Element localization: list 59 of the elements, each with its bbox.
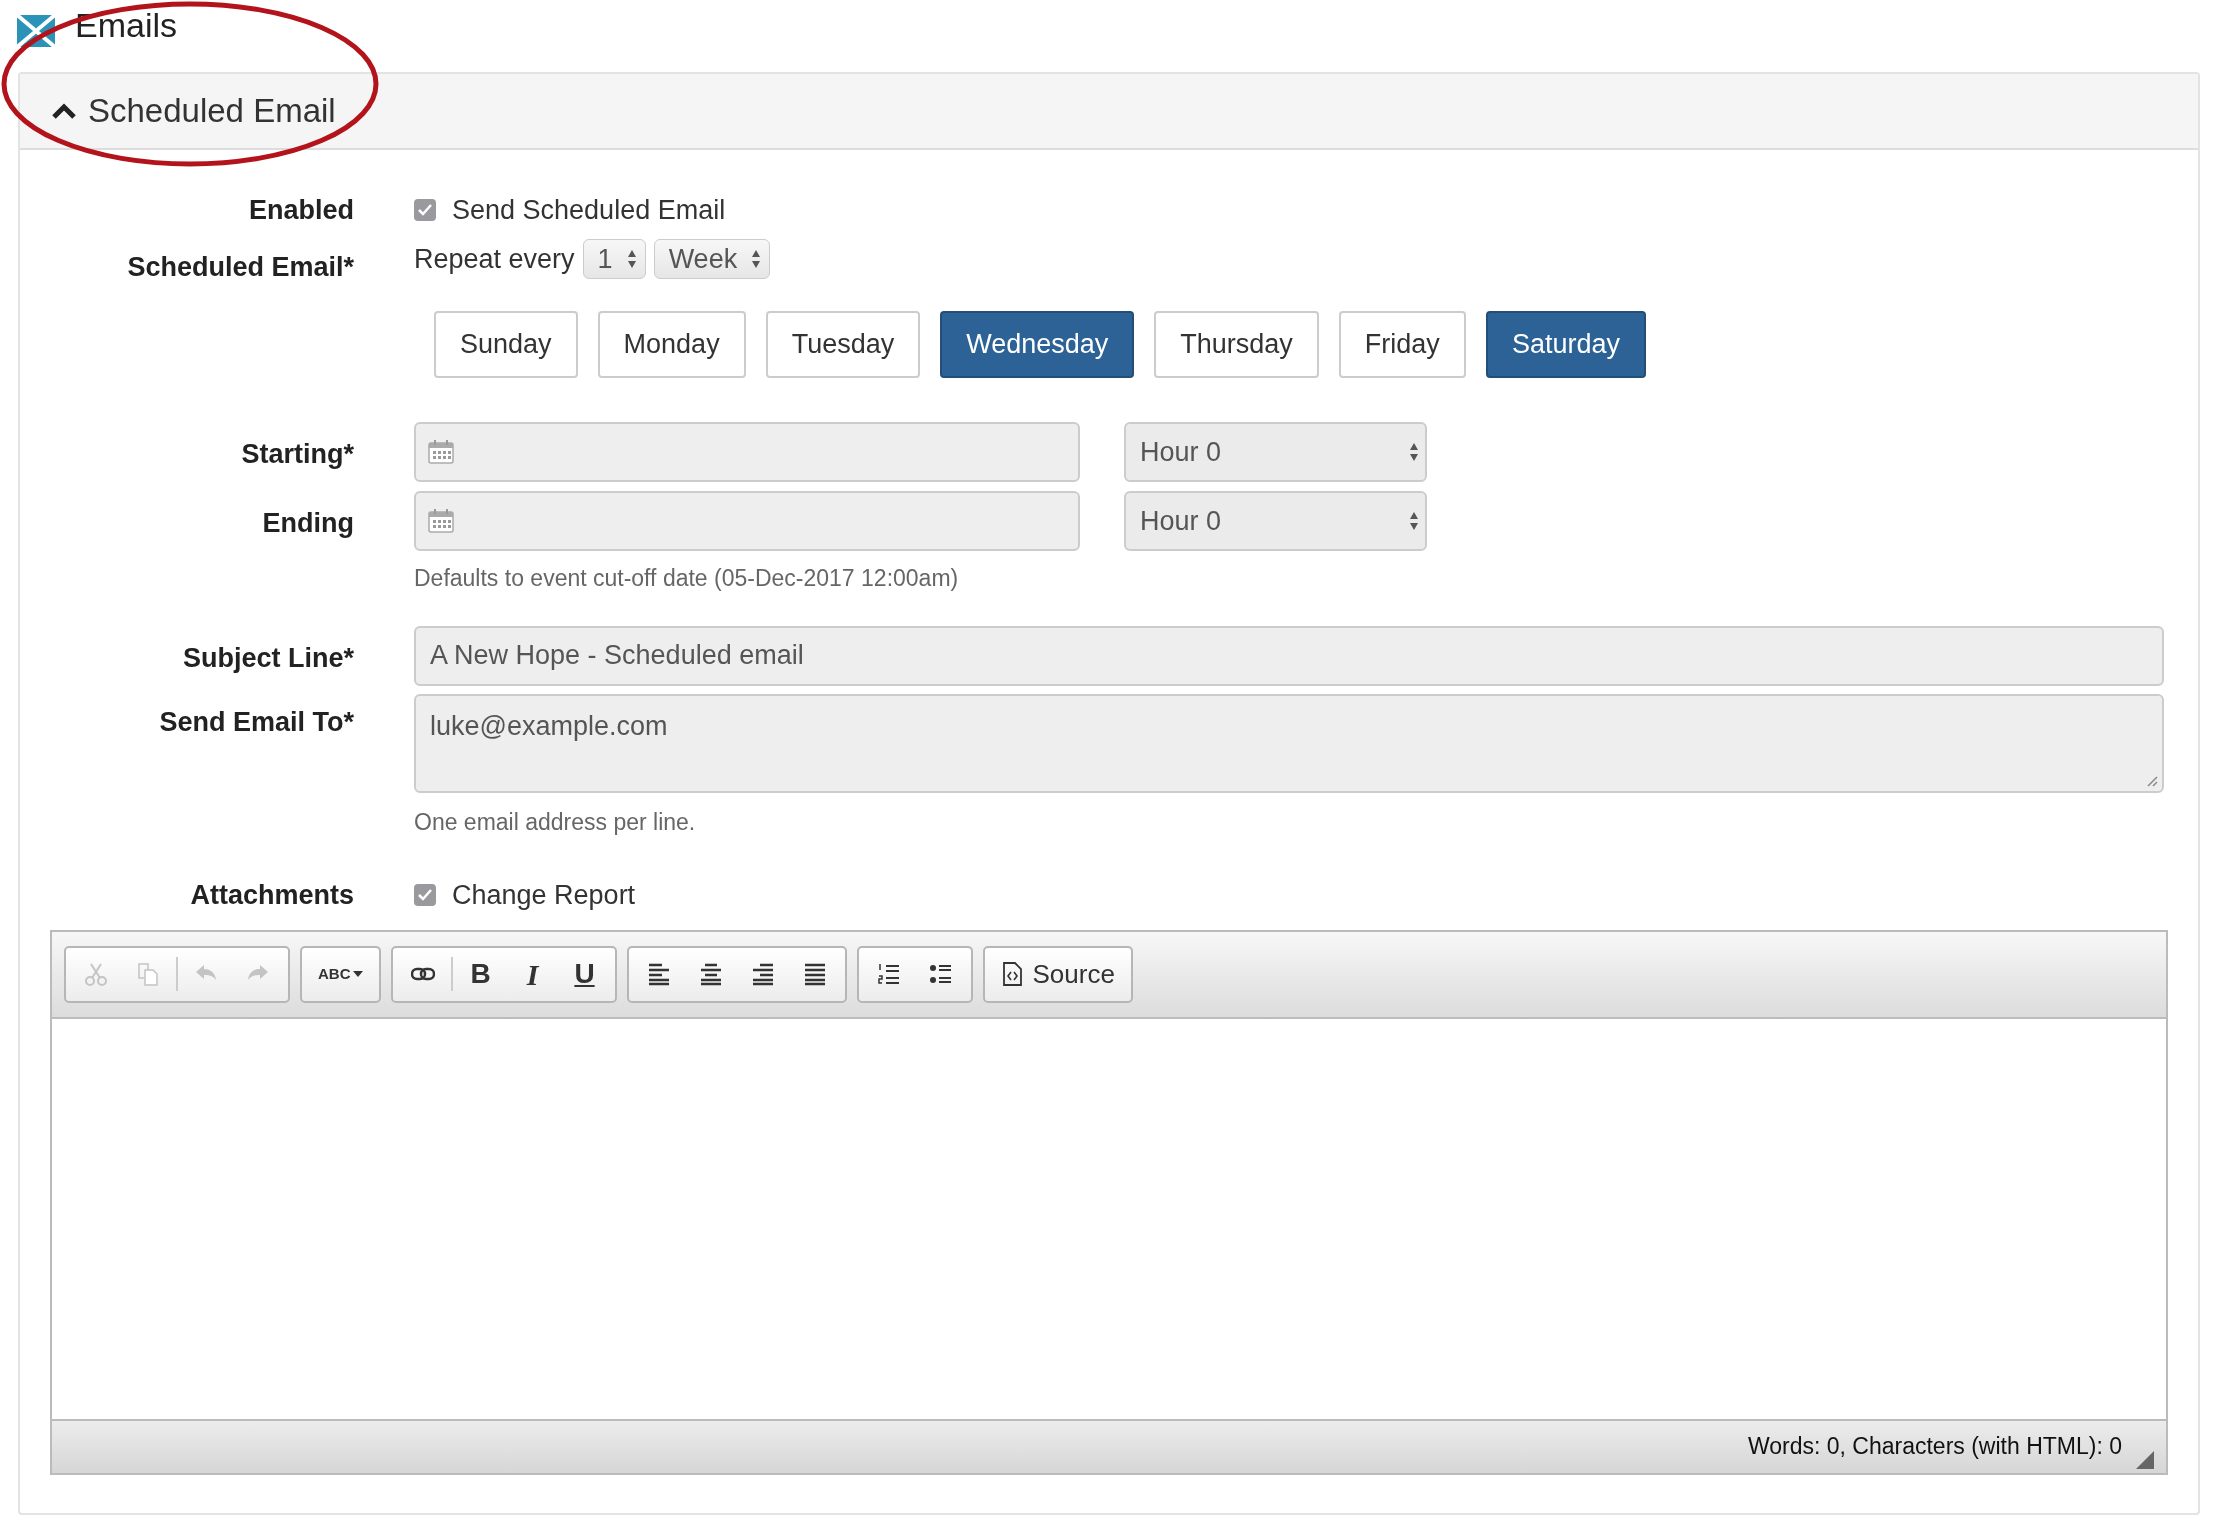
- field-label: Enabled: [247, 194, 354, 227]
- day-toggle-button[interactable]: Wednesday: [940, 311, 1135, 378]
- page-title: Emails: [75, 8, 178, 42]
- checkbox[interactable]: [414, 884, 436, 907]
- resize-handle-icon[interactable]: [2136, 1450, 2154, 1469]
- day-toggle-button[interactable]: Thursday: [1154, 311, 1319, 378]
- updown-arrows-icon: [1409, 442, 1419, 462]
- day-toggle-button[interactable]: Monday: [597, 311, 746, 378]
- checkbox-label: Send Scheduled Email: [452, 194, 726, 227]
- field-label: Starting*: [240, 438, 354, 471]
- field-label: Ending: [261, 507, 354, 540]
- unit-select[interactable]: Week: [653, 238, 771, 279]
- checkbox-label: Change Report: [452, 879, 636, 912]
- calendar-icon: [428, 440, 454, 464]
- resize-grip-icon: [2146, 774, 2158, 787]
- checkmark-icon: [418, 889, 432, 902]
- align-left-icon: [646, 962, 671, 986]
- day-toggle-button[interactable]: Saturday: [1485, 311, 1646, 378]
- field-label: Subject Line*: [181, 641, 354, 675]
- repeat-label: Repeat every: [414, 242, 575, 276]
- panel-header[interactable]: Scheduled Email: [20, 74, 2198, 150]
- updown-arrows-icon: [751, 248, 762, 269]
- interval-select[interactable]: 1: [582, 238, 646, 279]
- help-text: One email address per line.: [414, 807, 697, 837]
- justify-icon: [802, 962, 827, 986]
- align-center-icon: [698, 962, 723, 986]
- word-count: Words: 0, Characters (with HTML): 0: [1747, 1432, 2122, 1462]
- panel-title: Scheduled Email: [88, 91, 336, 132]
- field-label: Attachments: [189, 879, 354, 912]
- calendar-icon: [428, 509, 454, 533]
- spellcheck-button[interactable]: ABC: [308, 949, 373, 999]
- day-toggle-button[interactable]: Friday: [1338, 311, 1466, 378]
- hour-select[interactable]: Hour 0: [1124, 491, 1427, 551]
- date-field[interactable]: [414, 491, 1080, 551]
- email-textarea[interactable]: luke@example.com: [414, 693, 2164, 793]
- scissors-icon: [84, 962, 108, 986]
- chevron-up-icon[interactable]: [52, 103, 76, 119]
- updown-arrows-icon: [626, 248, 637, 269]
- field-label: Send Email To*: [158, 705, 354, 739]
- caret-icon: [352, 971, 363, 977]
- underline-button[interactable]: U: [560, 949, 609, 999]
- updown-arrows-icon: [1409, 511, 1419, 531]
- italic-button[interactable]: I: [508, 949, 557, 999]
- day-toggle-button[interactable]: Sunday: [434, 311, 578, 378]
- bold-button[interactable]: B: [456, 949, 505, 999]
- subject-field[interactable]: A New Hope - Scheduled email: [414, 625, 2164, 686]
- document-code-icon: [1000, 962, 1025, 986]
- numbered-list-icon: [876, 962, 901, 986]
- hour-select[interactable]: Hour 0: [1124, 422, 1427, 482]
- copy-icon: [136, 962, 160, 986]
- align-right-icon: [750, 962, 775, 986]
- day-toggle-button[interactable]: Tuesday: [765, 311, 921, 378]
- checkmark-icon: [418, 204, 432, 217]
- checkbox[interactable]: [414, 199, 436, 222]
- bulleted-list-icon: [928, 962, 953, 986]
- source-button[interactable]: Source: [990, 949, 1125, 999]
- date-field[interactable]: [414, 422, 1080, 482]
- field-label: Scheduled Email*: [126, 250, 354, 284]
- help-text: Defaults to event cut-off date (05-Dec-2017 12:00am): [414, 564, 960, 593]
